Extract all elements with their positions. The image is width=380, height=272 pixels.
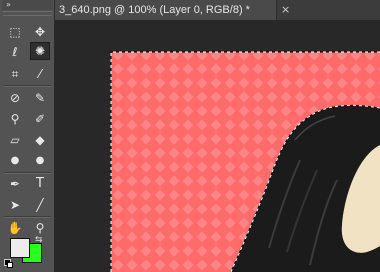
- rectangular-marquee-icon[interactable]: ⬚: [5, 23, 25, 41]
- healing-brush-icon[interactable]: ⊘: [5, 89, 25, 107]
- tool-divider: [4, 86, 51, 87]
- pen-tool-icon[interactable]: ✒: [5, 175, 25, 193]
- tool-divider: [4, 217, 51, 218]
- foreground-color-swatch[interactable]: [10, 238, 30, 258]
- brush-tool-icon[interactable]: ✎: [30, 89, 50, 107]
- paint-bucket-icon[interactable]: ◆: [30, 131, 50, 149]
- blur-tool-icon[interactable]: ●: [5, 152, 25, 170]
- eraser-tool-icon[interactable]: ▱: [5, 131, 25, 149]
- eyedropper-icon[interactable]: ⁄: [30, 65, 50, 83]
- tool-divider: [4, 173, 51, 174]
- history-brush-icon[interactable]: ✐: [30, 110, 50, 128]
- default-colors-icon[interactable]: [4, 259, 13, 268]
- collapse-panel-icon[interactable]: »: [6, 1, 11, 9]
- path-selection-icon[interactable]: ➤: [5, 196, 25, 214]
- document-tab[interactable]: 3_640.png @ 100% (Layer 0, RGB/8) *: [55, 0, 277, 20]
- type-tool-icon[interactable]: T: [30, 175, 50, 193]
- hand-tool-icon[interactable]: ✋: [5, 219, 25, 237]
- panel-grip[interactable]: [3, 11, 52, 16]
- lasso-tool-icon[interactable]: ℓ: [5, 43, 25, 61]
- clone-stamp-icon[interactable]: ⚲: [5, 110, 25, 128]
- document-canvas[interactable]: [55, 20, 380, 272]
- dodge-tool-icon[interactable]: ●: [30, 152, 50, 170]
- tools-panel: » ⬚ ✥ ℓ ✺ ⌗ ⁄ ⊘ ✎ ⚲ ✐ ▱ ◆ ● ● ✒ T ➤ ╱ ✋ …: [0, 0, 55, 272]
- crop-tool-icon[interactable]: ⌗: [5, 65, 25, 83]
- document-tab-bar: 3_640.png @ 100% (Layer 0, RGB/8) * ×: [55, 0, 380, 20]
- tools-panel-header[interactable]: »: [2, 0, 53, 10]
- line-tool-icon[interactable]: ╱: [30, 196, 50, 214]
- close-tab-icon[interactable]: ×: [281, 0, 291, 20]
- move-tool-icon[interactable]: ✥: [30, 23, 50, 41]
- canvas-image[interactable]: [55, 20, 380, 272]
- magic-wand-icon[interactable]: ✺: [30, 42, 50, 60]
